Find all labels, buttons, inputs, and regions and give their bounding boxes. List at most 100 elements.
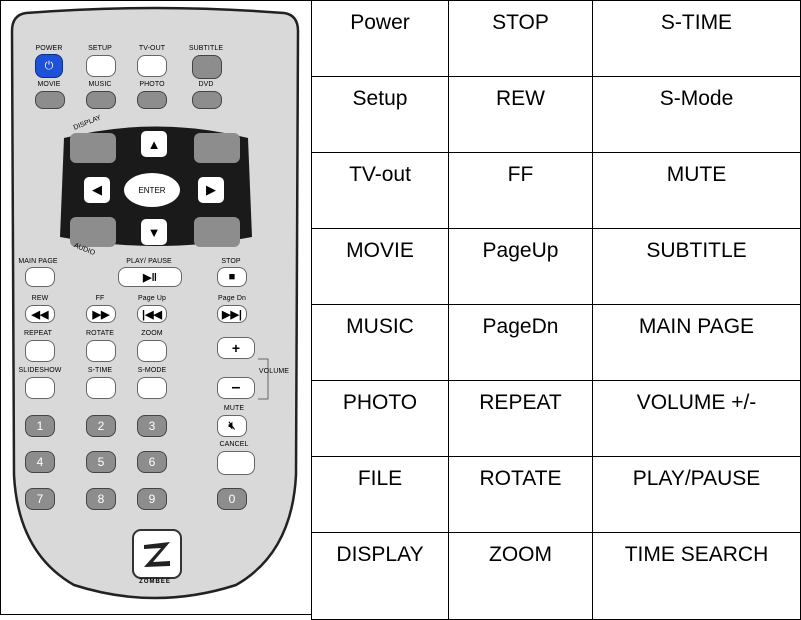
page-up-label: Page Up <box>138 295 166 302</box>
num-6-label: 6 <box>148 455 156 469</box>
s-time-label: S-TIME <box>87 367 113 374</box>
mute-label: MUTE <box>223 405 245 412</box>
page-up-button[interactable]: |◀◀ <box>137 305 167 323</box>
num-1-button[interactable]: 1 <box>25 415 55 437</box>
num-0-button[interactable]: 0 <box>217 488 247 510</box>
dpad-left-button[interactable]: ◀ <box>84 177 110 203</box>
stop-icon: ■ <box>228 271 236 283</box>
table-row: PHOTO REPEAT VOLUME +/- <box>311 380 801 457</box>
enter-label: ENTER <box>138 185 166 195</box>
tv-out-label: TV-OUT <box>138 45 166 52</box>
num-8-button[interactable]: 8 <box>86 488 116 510</box>
table-row: Power STOP S-TIME <box>311 0 801 77</box>
dpad-down-button[interactable]: ▼ <box>141 219 167 245</box>
num-1-label: 1 <box>36 419 44 433</box>
table-body: Power STOP S-TIME Setup REW S-Mode TV-out FF MUT… <box>311 0 801 620</box>
table-cell: S-Mode <box>592 76 801 153</box>
music-label: MUSIC <box>88 81 112 88</box>
rew-button[interactable]: ◀◀ <box>25 305 55 323</box>
enter-button[interactable]: ENTER <box>124 173 180 207</box>
setup-button[interactable] <box>86 55 116 77</box>
slideshow-button[interactable] <box>25 377 55 399</box>
main-page-button[interactable] <box>25 267 55 287</box>
brand-name: ZOMBEE <box>139 579 171 585</box>
ff-button[interactable]: ▶▶ <box>86 305 116 323</box>
table-row: Setup REW S-Mode <box>311 76 801 153</box>
table-cell: Setup <box>311 76 449 153</box>
table-cell: REPEAT <box>448 380 593 457</box>
arrow-right-icon: ▶ <box>206 182 216 197</box>
table-cell: TV-out <box>311 152 449 229</box>
arrow-left-icon: ◀ <box>92 182 102 197</box>
num-5-button[interactable]: 5 <box>86 451 116 473</box>
play-pause-label: PLAY/ PAUSE <box>126 258 172 265</box>
arrow-up-icon: ▲ <box>147 136 161 152</box>
num-7-label: 7 <box>36 492 44 506</box>
page-dn-button[interactable]: ▶▶| <box>217 305 247 323</box>
tv-out-button[interactable] <box>137 55 167 77</box>
rewind-icon: ◀◀ <box>31 308 49 321</box>
rew-label: REW <box>31 295 49 302</box>
repeat-button[interactable] <box>25 340 55 362</box>
music-button[interactable] <box>86 91 116 109</box>
table-cell: STOP <box>448 0 593 77</box>
cancel-label: CANCEL <box>219 441 249 448</box>
zombee-logo-icon <box>144 542 170 567</box>
num-5-label: 5 <box>97 455 105 469</box>
table-cell: VOLUME +/- <box>592 380 801 457</box>
power-icon: ⏻ <box>44 59 54 72</box>
table-cell: FF <box>448 152 593 229</box>
s-mode-button[interactable] <box>137 377 167 399</box>
num-4-button[interactable]: 4 <box>25 451 55 473</box>
stop-label: STOP <box>221 258 241 265</box>
table-cell: MOVIE <box>311 228 449 305</box>
ff-label: FF <box>95 295 105 302</box>
stop-button[interactable]: ■ <box>217 267 247 287</box>
photo-label: PHOTO <box>139 81 165 88</box>
table-row: TV-out FF MUTE <box>311 152 801 229</box>
main-page-label: MAIN PAGE <box>18 258 58 265</box>
subtitle-button[interactable] <box>192 55 222 79</box>
photo-button[interactable] <box>137 91 167 109</box>
mute-button[interactable]: 🔇︎ <box>217 415 247 437</box>
movie-label: MOVIE <box>37 81 61 88</box>
volume-up-button[interactable]: + <box>217 337 255 359</box>
dpad-corner-tr <box>194 133 240 163</box>
table-cell: MUTE <box>592 152 801 229</box>
rotate-button[interactable] <box>86 340 116 362</box>
zoom-button[interactable] <box>137 340 167 362</box>
num-9-label: 9 <box>148 492 156 506</box>
movie-button[interactable] <box>35 91 65 109</box>
table-cell: FILE <box>311 456 449 533</box>
play-pause-button[interactable]: ▶‖ <box>118 267 182 287</box>
num-9-button[interactable]: 9 <box>137 488 167 510</box>
button-map-table: Power STOP S-TIME Setup REW S-Mode TV-out FF MUT… <box>311 0 801 620</box>
cancel-button[interactable] <box>217 451 255 475</box>
dpad-corner-br <box>194 217 240 247</box>
num-7-button[interactable]: 7 <box>25 488 55 510</box>
num-6-button[interactable]: 6 <box>137 451 167 473</box>
subtitle-label: SUBTITLE <box>188 45 224 52</box>
table-row: FILE ROTATE PLAY/PAUSE <box>311 456 801 533</box>
s-time-button[interactable] <box>86 377 116 399</box>
table-cell: MAIN PAGE <box>592 304 801 381</box>
num-3-label: 3 <box>148 419 156 433</box>
num-2-button[interactable]: 2 <box>86 415 116 437</box>
remote-control: POWER SETUP TV-OUT SUBTITLE ⏻ MOVIE MUSI… <box>6 5 304 601</box>
dpad-corner-tl <box>70 133 116 163</box>
table-cell: PageUp <box>448 228 593 305</box>
volume-down-button[interactable]: – <box>217 377 255 399</box>
arrow-down-icon: ▼ <box>147 224 161 240</box>
mute-icon: 🔇︎ <box>228 419 236 432</box>
page-dn-label: Page Dn <box>218 295 246 302</box>
dvd-button[interactable] <box>192 91 222 109</box>
remote-panel: POWER SETUP TV-OUT SUBTITLE ⏻ MOVIE MUSI… <box>0 0 311 615</box>
power-button[interactable]: ⏻ <box>35 54 63 78</box>
num-3-button[interactable]: 3 <box>137 415 167 437</box>
table-row: MUSIC PageDn MAIN PAGE <box>311 304 801 381</box>
dpad-up-button[interactable]: ▲ <box>141 131 167 157</box>
brand-logo <box>132 529 182 579</box>
dpad-right-button[interactable]: ▶ <box>198 177 224 203</box>
num-8-label: 8 <box>97 492 105 506</box>
volume-label: VOLUME <box>258 368 290 375</box>
